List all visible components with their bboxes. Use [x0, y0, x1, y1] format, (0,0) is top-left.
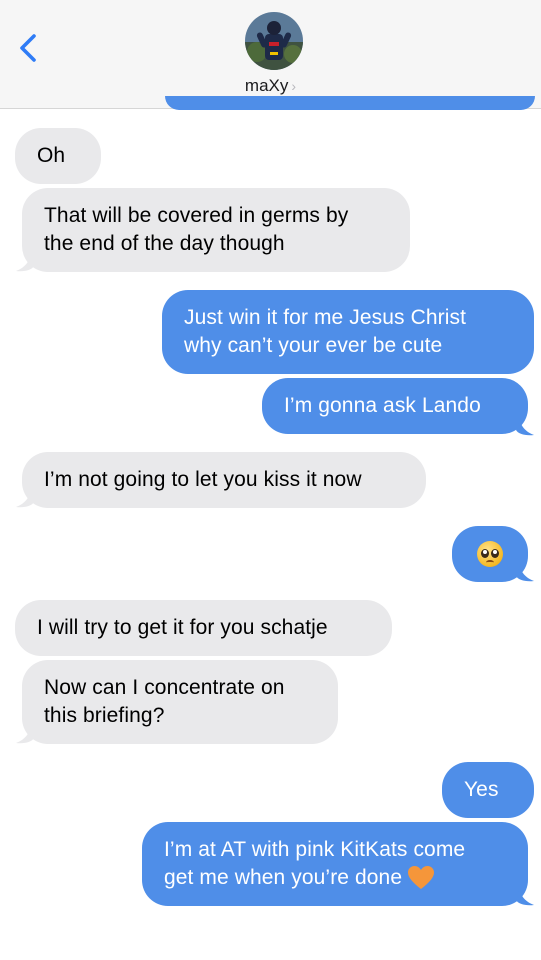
chevron-right-icon: ›	[291, 78, 297, 94]
contact-avatar[interactable]	[245, 12, 303, 70]
message-text-line: the end of the day though	[44, 232, 285, 255]
message-text-line: Just win it for me Jesus Christ	[184, 306, 467, 329]
message-text-line: I’m at AT with pink KitKats come	[164, 838, 466, 861]
bubble-tail	[16, 254, 34, 272]
message-bubble-sent[interactable]: I’m at AT with pink KitKats come get me …	[142, 822, 528, 906]
message-bubble-sent[interactable]: Yes	[442, 762, 534, 818]
bubble-tail	[516, 564, 534, 582]
orange-heart-icon	[408, 866, 435, 890]
message-text: Yes	[464, 778, 499, 801]
bubble-tail	[516, 418, 534, 436]
bubble-tail	[16, 490, 34, 508]
contact-name-row[interactable]: maXy ›	[0, 76, 541, 96]
message-text: I’m gonna ask Lando	[284, 394, 481, 417]
message-bubble-received[interactable]: Now can I concentrate on this briefing?	[22, 660, 338, 744]
bubble-tail	[516, 888, 534, 906]
previous-sent-bubble-edge	[165, 96, 535, 110]
message-text: I’m not going to let you kiss it now	[44, 468, 362, 491]
message-bubble-received[interactable]: I’m not going to let you kiss it now	[22, 452, 426, 508]
message-text: I will try to get it for you schatje	[37, 616, 328, 639]
message-bubble-received[interactable]: I will try to get it for you schatje	[15, 600, 392, 656]
message-text-line: Now can I concentrate on	[44, 676, 285, 699]
message-bubble-sent[interactable]: Just win it for me Jesus Christ why can’…	[162, 290, 534, 374]
message-text-line: why can’t your ever be cute	[184, 334, 443, 357]
message-text-line: That will be covered in germs by	[44, 204, 349, 227]
message-bubble-sent[interactable]: I’m gonna ask Lando	[262, 378, 528, 434]
message-text-line: this briefing?	[44, 704, 165, 727]
message-text-line: get me when you’re done	[164, 866, 403, 889]
message-bubble-received[interactable]: That will be covered in germs by the end…	[22, 188, 410, 272]
bubble-tail	[16, 726, 34, 744]
pleading-face-icon	[477, 541, 503, 568]
message-bubble-received[interactable]: Oh	[15, 128, 101, 184]
message-text: Oh	[37, 144, 66, 167]
contact-name: maXy	[244, 76, 289, 95]
back-chevron-icon[interactable]	[14, 30, 44, 66]
conversation-header: maXy ›	[0, 0, 541, 109]
